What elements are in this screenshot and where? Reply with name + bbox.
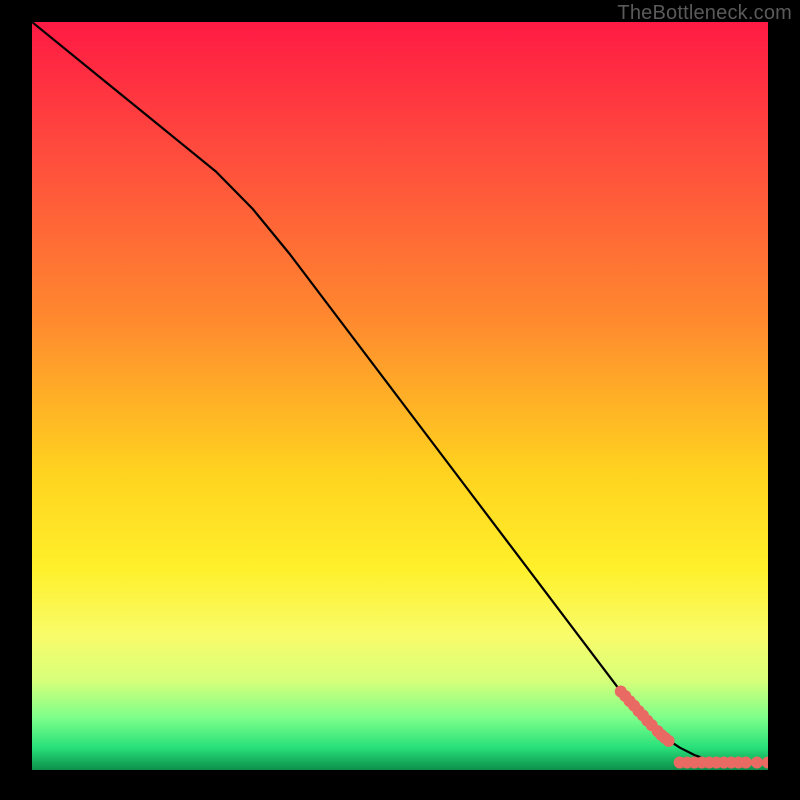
line-series: [32, 22, 768, 763]
series-curve: [32, 22, 768, 763]
point-tail: [751, 757, 763, 769]
chart-frame: TheBottleneck.com: [0, 0, 800, 800]
chart-overlay: [32, 22, 768, 770]
plot-area: [32, 22, 768, 770]
point-tail: [740, 757, 752, 769]
scatter-points: [615, 685, 768, 768]
point-cluster-lower: [663, 735, 675, 747]
watermark-text: TheBottleneck.com: [617, 2, 792, 25]
point-tail: [762, 757, 768, 769]
